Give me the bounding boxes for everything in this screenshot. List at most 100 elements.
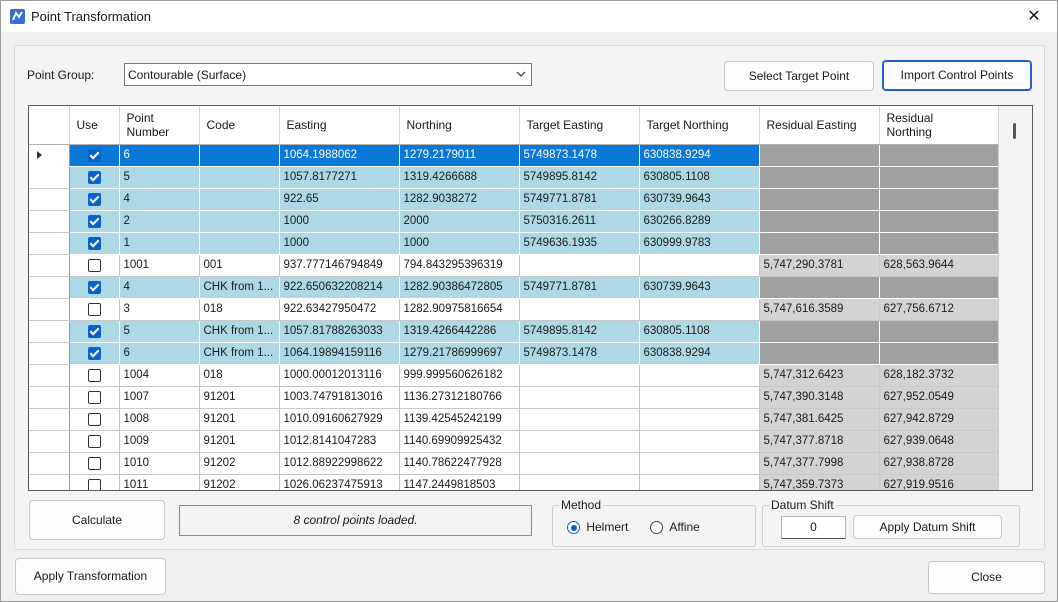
cell-easting[interactable]: 1026.06237475913 [279, 474, 400, 490]
table-row[interactable]: 1001 001 937.777146794849 794.843295396319 5… [29, 254, 1000, 277]
cell-code[interactable]: CHK from 1... [199, 320, 280, 343]
use-checkbox[interactable] [87, 236, 101, 250]
cell-target-northing[interactable]: 630999.9783 [639, 232, 760, 255]
row-header[interactable] [29, 320, 70, 343]
cell-target-northing[interactable] [639, 452, 760, 475]
cell-northing[interactable]: 1319.4266688 [399, 166, 520, 189]
cell-residual-easting[interactable] [759, 232, 880, 255]
cell-easting[interactable]: 1000 [279, 232, 400, 255]
cell-code[interactable] [199, 232, 280, 255]
cell-residual-northing[interactable] [879, 144, 1000, 167]
cell-target-easting[interactable] [519, 386, 640, 409]
cell-target-easting[interactable] [519, 298, 640, 321]
row-header[interactable] [29, 166, 70, 189]
cell-code[interactable] [199, 188, 280, 211]
cell-target-northing[interactable] [639, 254, 760, 277]
table-row[interactable]: 4 CHK from 1... 922.650632208214 1282.90386… [29, 276, 1000, 299]
cell-point-number[interactable]: 6 [119, 144, 200, 167]
cell-use[interactable] [69, 276, 120, 299]
cell-residual-easting[interactable]: 5,747,377.7998 [759, 452, 880, 475]
cell-residual-easting[interactable]: 5,747,616.3589 [759, 298, 880, 321]
cell-northing[interactable]: 1147.2449818503 [399, 474, 520, 490]
cell-code[interactable] [199, 166, 280, 189]
cell-residual-northing[interactable] [879, 188, 1000, 211]
cell-easting[interactable]: 922.65 [279, 188, 400, 211]
cell-code[interactable]: CHK from 1... [199, 342, 280, 365]
cell-target-easting[interactable]: 5749636.1935 [519, 232, 640, 255]
use-checkbox[interactable] [87, 324, 101, 338]
row-header[interactable] [29, 232, 70, 255]
cell-target-northing[interactable]: 630838.9294 [639, 144, 760, 167]
cell-residual-easting[interactable]: 5,747,377.8718 [759, 430, 880, 453]
cell-residual-easting[interactable]: 5,747,390.3148 [759, 386, 880, 409]
cell-easting[interactable]: 1057.8177271 [279, 166, 400, 189]
column-header-target-easting[interactable]: Target Easting [519, 106, 640, 145]
cell-point-number[interactable]: 1007 [119, 386, 200, 409]
cell-easting[interactable]: 1064.1988062 [279, 144, 400, 167]
column-header-easting[interactable]: Easting [279, 106, 400, 145]
cell-target-easting[interactable] [519, 452, 640, 475]
cell-residual-easting[interactable]: 5,747,312.6423 [759, 364, 880, 387]
cell-residual-northing[interactable]: 628,563.9644 [879, 254, 1000, 277]
cell-point-number[interactable]: 1004 [119, 364, 200, 387]
cell-point-number[interactable]: 5 [119, 320, 200, 343]
cell-easting[interactable]: 1000 [279, 210, 400, 233]
use-checkbox[interactable] [87, 456, 101, 470]
cell-residual-northing[interactable]: 627,938.8728 [879, 452, 1000, 475]
cell-easting[interactable]: 1064.19894159116 [279, 342, 400, 365]
row-header[interactable] [29, 386, 70, 409]
cell-residual-easting[interactable] [759, 320, 880, 343]
cell-point-number[interactable]: 2 [119, 210, 200, 233]
cell-point-number[interactable]: 3 [119, 298, 200, 321]
cell-target-northing[interactable]: 630805.1108 [639, 320, 760, 343]
cell-residual-northing[interactable] [879, 276, 1000, 299]
cell-use[interactable] [69, 188, 120, 211]
cell-residual-northing[interactable] [879, 342, 1000, 365]
use-checkbox[interactable] [87, 478, 101, 490]
cell-target-easting[interactable]: 5749873.1478 [519, 342, 640, 365]
cell-northing[interactable]: 2000 [399, 210, 520, 233]
cell-target-northing[interactable]: 630266.8289 [639, 210, 760, 233]
cell-point-number[interactable]: 1001 [119, 254, 200, 277]
row-header[interactable] [29, 276, 70, 299]
cell-residual-easting[interactable]: 5,747,290.3781 [759, 254, 880, 277]
helmert-radio[interactable] [567, 521, 580, 535]
table-row[interactable]: 5 1057.8177271 1319.4266688 5749895.8142 630… [29, 166, 1000, 189]
cell-use[interactable] [69, 210, 120, 233]
cell-residual-easting[interactable]: 5,747,359.7373 [759, 474, 880, 490]
column-header-point-number[interactable]: Point Number [119, 106, 200, 145]
use-checkbox[interactable] [87, 346, 101, 360]
table-row[interactable]: 1009 91201 1012.8141047283 1140.69909925432… [29, 430, 1000, 453]
column-header-residual-northing[interactable]: Residual Northing [879, 106, 1000, 145]
row-header[interactable] [29, 364, 70, 387]
vertical-scrollbar[interactable] [998, 106, 1032, 490]
cell-residual-northing[interactable]: 628,182.3732 [879, 364, 1000, 387]
cell-target-easting[interactable] [519, 430, 640, 453]
cell-code[interactable]: 91201 [199, 386, 280, 409]
cell-target-northing[interactable]: 630838.9294 [639, 342, 760, 365]
point-group-combobox[interactable]: Contourable (Surface) [124, 63, 532, 86]
cell-code[interactable]: 91201 [199, 430, 280, 453]
cell-target-northing[interactable]: 630739.9643 [639, 276, 760, 299]
cell-northing[interactable]: 1282.90386472805 [399, 276, 520, 299]
use-checkbox[interactable] [87, 214, 101, 228]
use-checkbox[interactable] [87, 412, 101, 426]
datum-shift-input[interactable]: 0 [781, 516, 846, 539]
table-row[interactable]: 4 922.65 1282.9038272 5749771.8781 630739.96… [29, 188, 1000, 211]
cell-residual-easting[interactable] [759, 342, 880, 365]
cell-target-easting[interactable]: 5749771.8781 [519, 188, 640, 211]
column-header-residual-easting[interactable]: Residual Easting [759, 106, 880, 145]
cell-use[interactable] [69, 430, 120, 453]
cell-northing[interactable]: 1140.69909925432 [399, 430, 520, 453]
row-header[interactable] [29, 474, 70, 490]
cell-target-northing[interactable] [639, 430, 760, 453]
cell-use[interactable] [69, 474, 120, 490]
scrollbar-thumb[interactable] [1013, 123, 1016, 139]
cell-code[interactable] [199, 144, 280, 167]
cell-target-easting[interactable]: 5750316.2611 [519, 210, 640, 233]
cell-use[interactable] [69, 144, 120, 167]
cell-easting[interactable]: 937.777146794849 [279, 254, 400, 277]
cell-easting[interactable]: 1012.8141047283 [279, 430, 400, 453]
cell-point-number[interactable]: 5 [119, 166, 200, 189]
cell-target-northing[interactable] [639, 364, 760, 387]
